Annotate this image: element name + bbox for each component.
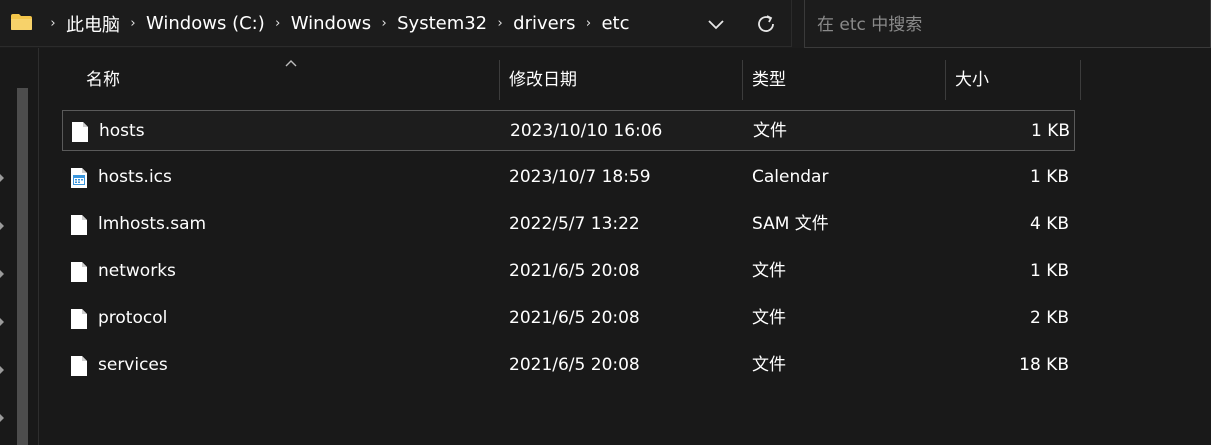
breadcrumb-item[interactable]: Windows bbox=[291, 13, 371, 34]
column-type[interactable]: 类型 bbox=[752, 60, 786, 100]
file-modified: 2021/6/5 20:08 bbox=[509, 261, 640, 281]
nav-scrollbar[interactable] bbox=[17, 88, 28, 445]
file-modified: 2021/6/5 20:08 bbox=[509, 355, 640, 375]
file-size: 18 KB bbox=[1019, 355, 1069, 375]
chevron-right-icon[interactable]: › bbox=[377, 16, 391, 31]
file-type: Calendar bbox=[752, 167, 829, 187]
calendar-file-icon bbox=[70, 167, 88, 189]
breadcrumb-item[interactable]: Windows (C:) bbox=[146, 13, 265, 34]
column-name[interactable]: 名称 bbox=[86, 60, 120, 100]
nav-expand-icon[interactable] bbox=[0, 318, 4, 326]
breadcrumb: › 此电脑 › Windows (C:) › Windows › System32 › drive… bbox=[40, 0, 629, 47]
file-type: 文件 bbox=[752, 261, 786, 281]
file-size: 2 KB bbox=[1029, 308, 1069, 328]
search-input[interactable] bbox=[815, 10, 1199, 40]
column-divider[interactable] bbox=[1080, 60, 1081, 100]
file-type: 文件 bbox=[752, 308, 786, 328]
refresh-icon[interactable] bbox=[752, 10, 780, 38]
file-type: 文件 bbox=[752, 355, 786, 375]
breadcrumb-item[interactable]: drivers bbox=[513, 13, 575, 34]
file-size: 1 KB bbox=[1029, 167, 1069, 187]
chevron-right-icon[interactable]: › bbox=[493, 16, 507, 31]
file-row[interactable]: protocol 2021/6/5 20:08 文件 2 KB bbox=[62, 298, 1075, 339]
nav-expand-icon[interactable] bbox=[0, 222, 4, 230]
toolbar: › 此电脑 › Windows (C:) › Windows › System32 › drive… bbox=[0, 0, 1211, 48]
file-icon bbox=[71, 121, 89, 143]
breadcrumb-item[interactable]: System32 bbox=[397, 13, 487, 34]
breadcrumb-item[interactable]: etc bbox=[601, 13, 629, 34]
file-name[interactable]: protocol bbox=[98, 298, 167, 339]
nav-expand-icon[interactable] bbox=[0, 270, 4, 278]
breadcrumb-item[interactable]: 此电脑 bbox=[66, 11, 120, 37]
file-row[interactable]: networks 2021/6/5 20:08 文件 1 KB bbox=[62, 251, 1075, 292]
file-row[interactable]: services 2021/6/5 20:08 文件 18 KB bbox=[62, 345, 1075, 386]
address-dropdown-button[interactable] bbox=[704, 12, 728, 36]
file-name[interactable]: services bbox=[98, 345, 168, 386]
search-box[interactable] bbox=[804, 0, 1211, 48]
file-row[interactable]: hosts.ics 2023/10/7 18:59 Calendar 1 KB bbox=[62, 157, 1075, 198]
file-size: 4 KB bbox=[1029, 214, 1069, 234]
sort-ascending-icon bbox=[285, 60, 297, 67]
file-icon bbox=[70, 355, 88, 377]
column-size[interactable]: 大小 bbox=[955, 60, 989, 100]
file-row[interactable]: lmhosts.sam 2022/5/7 13:22 SAM 文件 4 KB bbox=[62, 204, 1075, 245]
file-icon bbox=[70, 308, 88, 330]
file-modified: 2023/10/10 16:06 bbox=[510, 121, 663, 141]
file-icon bbox=[70, 214, 88, 236]
file-name[interactable]: hosts.ics bbox=[98, 157, 172, 198]
file-type: SAM 文件 bbox=[752, 214, 829, 234]
address-bar[interactable]: › 此电脑 › Windows (C:) › Windows › System32 › drive… bbox=[0, 0, 792, 47]
file-icon bbox=[70, 261, 88, 283]
file-row[interactable]: hosts 2023/10/10 16:06 文件 1 KB bbox=[62, 110, 1075, 151]
chevron-right-icon[interactable]: › bbox=[46, 16, 60, 31]
file-modified: 2021/6/5 20:08 bbox=[509, 308, 640, 328]
column-divider[interactable] bbox=[945, 60, 946, 100]
file-modified: 2023/10/7 18:59 bbox=[509, 167, 651, 187]
column-divider[interactable] bbox=[742, 60, 743, 100]
file-modified: 2022/5/7 13:22 bbox=[509, 214, 640, 234]
file-size: 1 KB bbox=[1030, 121, 1070, 141]
column-modified[interactable]: 修改日期 bbox=[509, 60, 577, 100]
chevron-right-icon[interactable]: › bbox=[126, 16, 140, 31]
column-header: 名称 修改日期 类型 大小 bbox=[62, 60, 1082, 100]
navigation-pane bbox=[0, 48, 39, 445]
chevron-right-icon[interactable]: › bbox=[271, 16, 285, 31]
nav-expand-icon[interactable] bbox=[0, 366, 4, 374]
column-divider[interactable] bbox=[499, 60, 500, 100]
nav-expand-icon[interactable] bbox=[0, 414, 4, 422]
file-name[interactable]: hosts bbox=[99, 111, 145, 152]
file-name[interactable]: lmhosts.sam bbox=[98, 204, 206, 245]
file-type: 文件 bbox=[753, 121, 787, 141]
file-size: 1 KB bbox=[1029, 261, 1069, 281]
nav-expand-icon[interactable] bbox=[0, 174, 4, 182]
folder-icon bbox=[11, 14, 32, 30]
file-name[interactable]: networks bbox=[98, 251, 176, 292]
chevron-right-icon[interactable]: › bbox=[581, 16, 595, 31]
